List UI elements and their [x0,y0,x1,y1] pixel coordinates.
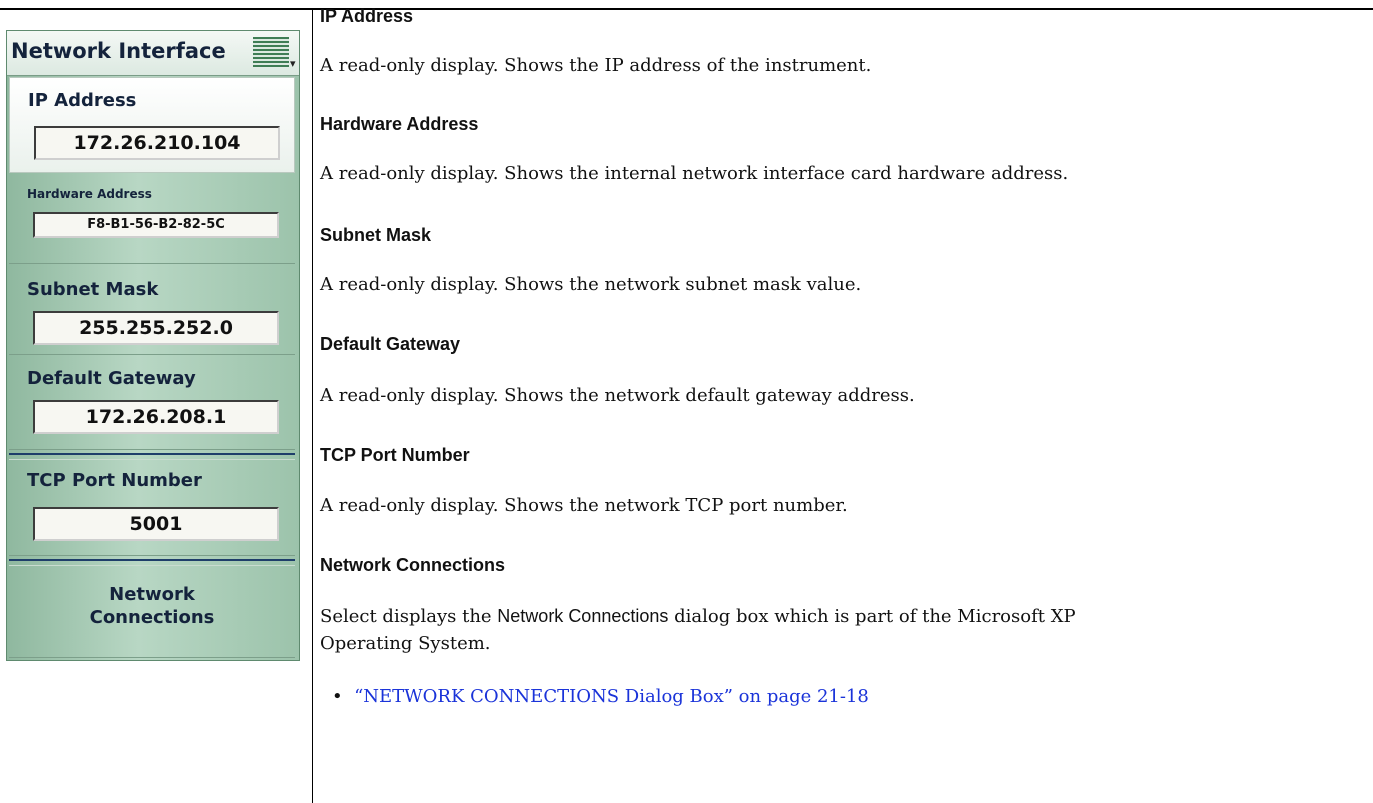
bullet-icon: • [332,686,343,707]
column-divider [312,8,313,803]
bullet-link-item: • “NETWORK CONNECTIONS Dialog Box” on pa… [332,686,869,707]
hardware-address-label: Hardware Address [27,187,152,201]
menu-title-bar[interactable]: Network Interface ▾ [7,31,299,76]
subnet-mask-field: 255.255.252.0 [33,311,279,345]
subnet-mask-button[interactable]: Subnet Mask 255.255.252.0 [9,265,295,355]
heading-subnet-mask: Subnet Mask [320,225,432,245]
text-hardware-address: A read-only display. Shows the internal … [320,163,1069,184]
heading-hardware-address: Hardware Address [320,114,479,134]
default-gateway-label: Default Gateway [27,368,196,389]
heading-ip-address: IP Address [320,6,414,26]
heading-tcp-port-number: TCP Port Number [320,445,470,465]
text-default-gateway: A read-only display. Shows the network d… [320,385,915,406]
section-separator [9,453,295,460]
title-grip-icon [253,37,289,67]
default-gateway-field: 172.26.208.1 [33,400,279,434]
network-interface-menu: Network Interface ▾ IP Address 172.26.21… [6,30,300,661]
hardware-address-button[interactable]: Hardware Address F8-B1-56-B2-82-5C [9,174,295,264]
network-connections-dialog-link[interactable]: “NETWORK CONNECTIONS Dialog Box” on page… [354,686,869,707]
tcp-port-number-button[interactable]: TCP Port Number 5001 [9,460,295,556]
text-tail: dialog box which is part of the Microsof… [668,606,1076,627]
ip-address-button[interactable]: IP Address 172.26.210.104 [9,77,295,173]
text-tcp-port-number: A read-only display. Shows the network T… [320,495,848,516]
text-network-connections: Select displays the Network Connections … [320,602,1076,631]
network-connections-button[interactable]: Network Connections [9,566,295,658]
text-network-connections-line2: Operating System. [320,633,491,654]
tcp-port-number-field: 5001 [33,507,279,541]
text-subnet-mask: A read-only display. Shows the network s… [320,274,862,295]
section-separator [9,559,295,566]
heading-network-connections: Network Connections [320,555,506,575]
ip-address-label: IP Address [28,90,137,111]
network-connections-label-line2: Connections [89,607,215,628]
tcp-port-number-label: TCP Port Number [27,470,202,491]
hardware-address-field: F8-B1-56-B2-82-5C [33,212,279,238]
text-lead: Select displays the [320,606,498,627]
network-connections-label-line1: Network [109,584,195,605]
subnet-mask-label: Subnet Mask [27,279,159,300]
menu-title: Network Interface [11,39,226,63]
chevron-down-icon[interactable]: ▾ [290,57,296,70]
heading-default-gateway: Default Gateway [320,334,461,354]
default-gateway-button[interactable]: Default Gateway 172.26.208.1 [9,356,295,450]
ip-address-field: 172.26.210.104 [34,126,280,160]
text-network-connections-term: Network Connections [497,606,669,626]
top-rule [0,8,1373,10]
text-ip-address: A read-only display. Shows the IP addres… [320,55,872,76]
